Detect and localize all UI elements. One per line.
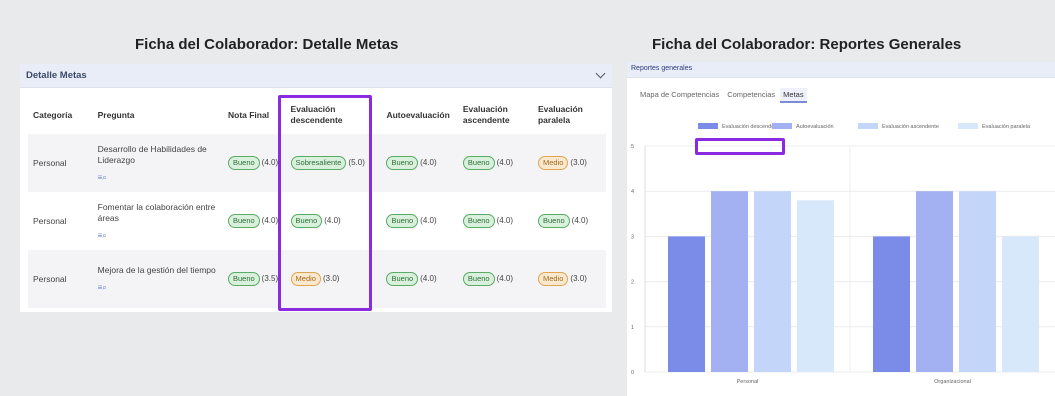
column-autoevaluacion-header: Autoevaluación	[386, 109, 450, 120]
score-value: (4.0)	[420, 158, 437, 167]
paralela-cell: Medio (3.0)	[532, 134, 606, 192]
list-search-icon[interactable]: ≡⌕	[98, 230, 218, 241]
column-pregunta-header: Pregunta	[97, 109, 135, 120]
score-value: (4.0)	[496, 216, 514, 225]
column-categoria-header: Categoría	[33, 109, 73, 120]
auto-cell: Bueno (4.0)	[381, 192, 458, 250]
y-tick-label: 0	[631, 370, 634, 376]
status-badge: Medio	[537, 156, 569, 170]
reportes-generales-panel: Reportes generales Mapa de Competencias C…	[627, 62, 1055, 396]
score-value: (3.5)	[261, 274, 279, 283]
score-value: (4.0)	[420, 274, 437, 283]
status-badge: Bueno	[227, 272, 260, 286]
status-badge: Medio	[537, 272, 569, 286]
score-value: (3.0)	[570, 158, 587, 167]
column-paralela-header: Evaluación paralela	[537, 104, 583, 125]
pregunta-cell: Fomentar la colaboración entre áreas ≡⌕	[92, 192, 223, 250]
status-badge: Bueno	[227, 156, 260, 170]
ascendente-cell: Bueno (4.0)	[457, 134, 533, 192]
legend-label: Evaluación paralela	[982, 124, 1031, 130]
bar-evaluación-paralela	[1002, 236, 1039, 372]
nota_final-cell: Bueno (4.0)	[222, 134, 286, 192]
score-value: (4.0)	[496, 158, 514, 167]
legend-label: Evaluación ascendente	[882, 124, 939, 130]
ascendente-cell: Bueno (4.0)	[457, 192, 533, 250]
chevron-down-icon[interactable]	[595, 68, 606, 79]
pregunta-text: Desarrollo de Habilidades de Liderazgo	[97, 143, 207, 165]
x-tick-label: Organizacional	[934, 379, 971, 385]
bar-autoevaluación	[711, 191, 748, 372]
ascendente-cell: Bueno (4.0)	[457, 250, 533, 308]
legend-swatch	[958, 123, 978, 129]
paralela-cell: Medio (3.0)	[532, 250, 606, 308]
pregunta-text: Fomentar la colaboración entre áreas	[97, 201, 216, 223]
y-tick-label: 1	[631, 325, 634, 331]
nota_final-cell: Bueno (4.0)	[222, 192, 286, 250]
score-value: (4.0)	[571, 216, 589, 225]
paralela-cell: Bueno (4.0)	[532, 192, 606, 250]
bar-evaluación-descendente	[668, 236, 705, 372]
panel-title: Detalle Metas	[26, 70, 87, 81]
y-tick-label: 4	[631, 189, 634, 195]
status-badge: Bueno	[386, 272, 419, 286]
y-tick-label: 2	[631, 280, 634, 286]
highlight-legend-descendente	[695, 138, 785, 155]
highlight-descendente-column	[278, 95, 372, 311]
status-badge: Bueno	[537, 214, 570, 228]
page-title-reportes-generales: Ficha del Colaborador: Reportes Generale…	[652, 36, 962, 53]
status-badge: Bueno	[386, 214, 419, 228]
nota_final-cell: Bueno (3.5)	[222, 250, 286, 308]
page-title-detalle-metas: Ficha del Colaborador: Detalle Metas	[135, 36, 399, 53]
bar-evaluación-ascendente	[754, 191, 791, 372]
bar-evaluación-ascendente	[959, 191, 996, 372]
legend-swatch	[698, 123, 718, 129]
pregunta-cell: Mejora de la gestión del tiempo ≡⌕	[92, 250, 223, 308]
status-badge: Bueno	[227, 214, 260, 228]
categoria-cell: Personal	[28, 250, 93, 308]
score-value: (4.0)	[420, 216, 437, 225]
score-value: (4.0)	[261, 158, 279, 167]
detalle-metas-header[interactable]: Detalle Metas	[20, 64, 612, 88]
legend-label: Autoevaluación	[796, 124, 834, 130]
column-ascendente-header: Evaluación ascendente	[462, 104, 510, 125]
list-search-icon[interactable]: ≡⌕	[98, 282, 218, 293]
pregunta-text: Mejora de la gestión del tiempo	[97, 265, 216, 275]
score-value: (4.0)	[496, 274, 514, 283]
bar-evaluación-descendente	[873, 236, 910, 372]
y-tick-label: 5	[631, 144, 634, 150]
score-value: (3.0)	[570, 274, 587, 283]
score-value: (4.0)	[261, 216, 279, 225]
auto-cell: Bueno (4.0)	[381, 250, 458, 308]
categoria-cell: Personal	[28, 134, 93, 192]
legend-swatch	[772, 123, 792, 129]
status-badge: Bueno	[462, 272, 495, 286]
bar-autoevaluación	[916, 191, 953, 372]
list-search-icon[interactable]: ≡⌕	[98, 172, 218, 183]
status-badge: Bueno	[462, 156, 495, 170]
status-badge: Bueno	[386, 156, 419, 170]
legend-swatch	[858, 123, 878, 129]
x-tick-label: Personal	[737, 379, 759, 385]
auto-cell: Bueno (4.0)	[381, 134, 458, 192]
metas-bar-chart: 012345Personal OrganizacionalEvaluación d…	[631, 123, 1055, 385]
y-tick-label: 3	[631, 234, 634, 240]
pregunta-cell: Desarrollo de Habilidades de Liderazgo ≡⌕	[92, 134, 223, 192]
bar-evaluación-paralela	[797, 200, 834, 372]
column-nota-final-header: Nota Final	[227, 109, 270, 120]
status-badge: Bueno	[462, 214, 495, 228]
categoria-cell: Personal	[28, 192, 93, 250]
